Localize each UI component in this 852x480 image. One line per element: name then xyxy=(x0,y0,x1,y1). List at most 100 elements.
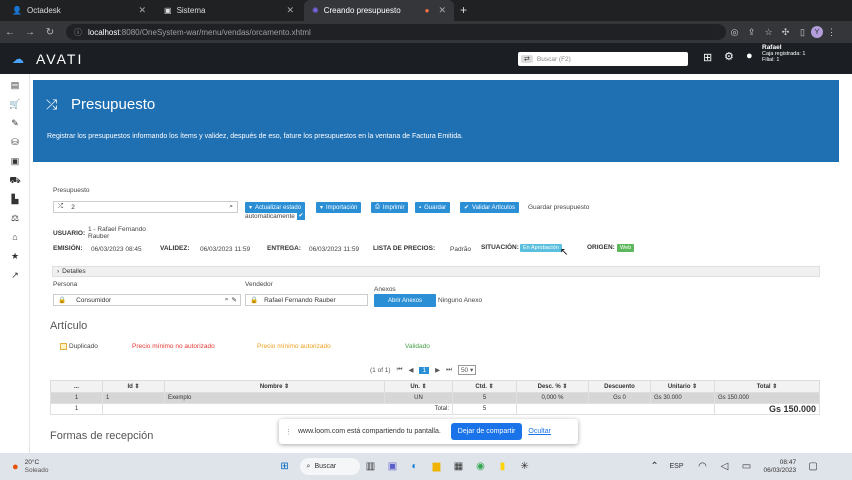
col-dots: ... xyxy=(50,380,103,393)
grid-icon[interactable]: ⊞ xyxy=(703,51,712,64)
detalles-toggle[interactable]: › Detalles xyxy=(52,266,820,277)
search-input[interactable]: ⇄ Buscar (F2) xyxy=(518,52,688,66)
factory-icon[interactable]: ▙ xyxy=(0,194,30,205)
col-total[interactable]: Total ⇕ xyxy=(714,380,820,393)
next-page-icon[interactable]: ▶ xyxy=(435,366,440,374)
importacion-button[interactable]: ▾ Importación xyxy=(316,202,362,213)
table-footer: 1 Total: 5 Gs 150.000 xyxy=(50,403,820,415)
col-descuento[interactable]: Descuento xyxy=(588,380,651,393)
book-icon[interactable]: ▤ xyxy=(0,80,30,91)
prev-page-icon[interactable]: ◀ xyxy=(408,366,413,374)
col-id[interactable]: Id ⇕ xyxy=(102,380,165,393)
new-tab-icon[interactable]: + xyxy=(460,3,467,17)
close-icon[interactable]: ✕ xyxy=(438,5,446,16)
volume-icon[interactable]: ◁ xyxy=(714,461,736,472)
address-bar: ← → ↻ ⓘ localhost:8080/OneSystem-war/men… xyxy=(0,21,852,43)
coins-icon[interactable]: ⛁ xyxy=(0,137,30,148)
store-icon[interactable]: ▦ xyxy=(448,461,470,472)
presupuesto-input[interactable]: ⤮ 2 ⌕ xyxy=(53,201,238,213)
col-un[interactable]: Un. ⇕ xyxy=(384,380,453,393)
imprimir-button[interactable]: ⎙ Imprimir xyxy=(371,202,409,213)
chrome-icon[interactable]: ◉ xyxy=(470,461,492,472)
search-icon[interactable]: ⌕ xyxy=(229,203,233,211)
folder-icon[interactable]: ▆ xyxy=(426,461,448,472)
page-size-select[interactable]: 50 ▾ xyxy=(457,365,477,375)
chart-icon[interactable]: ↗ xyxy=(0,270,30,281)
page-title: Presupuesto xyxy=(71,96,156,113)
validar-articulos-button[interactable]: ✔ Validar Artículos xyxy=(460,202,519,213)
cart-icon[interactable]: 🛒 xyxy=(0,99,30,110)
refresh-icon[interactable]: ⇄ xyxy=(521,55,533,63)
wrench-icon[interactable]: ✎ xyxy=(0,118,30,129)
guardar-auto-label: Guardar presupuesto xyxy=(528,204,590,211)
page-1[interactable]: 1 xyxy=(419,366,430,374)
drag-handle-icon[interactable]: ⋮ xyxy=(285,428,292,436)
money-icon[interactable]: ▣ xyxy=(0,156,30,167)
cloud-icon: ☁ xyxy=(12,51,26,66)
tab-sistema[interactable]: ▣ Sistema ✕ xyxy=(156,0,302,21)
logo[interactable]: ☁ AVATI xyxy=(12,51,83,67)
presupuesto-label: Presupuesto xyxy=(53,187,90,194)
truck-icon[interactable]: ⛟ xyxy=(0,175,30,187)
chevron-up-icon[interactable]: ⌃ xyxy=(644,461,666,472)
extension-icon[interactable]: ✣ xyxy=(777,27,794,38)
gear-icon[interactable]: ⚙ xyxy=(724,50,734,63)
lista-precios-label: LISTA DE PRECIOS: xyxy=(373,245,436,252)
edge-icon[interactable]: ◐ xyxy=(404,461,426,472)
persona-input[interactable]: 🔒 Consumidor ⌕ ✎ xyxy=(53,294,241,306)
profile-avatar[interactable]: Y xyxy=(811,26,823,38)
table-row[interactable]: 1 1 Exemplo UN 5 0,000 % Gs 0 Gs 30.000 … xyxy=(50,392,820,404)
ninguno-anexo-text: Ninguno Anexo xyxy=(438,297,483,304)
star-icon[interactable]: ★ xyxy=(0,251,30,262)
bank-icon[interactable]: ⌂ xyxy=(0,232,30,242)
tab-octadesk[interactable]: 👤 Octadesk ✕ xyxy=(4,0,154,21)
shuffle-icon: ⤮ xyxy=(58,203,64,210)
close-icon[interactable]: ✕ xyxy=(138,5,146,16)
vendedor-input[interactable]: 🔒 Rafael Fernando Rauber xyxy=(245,294,368,306)
search-icon[interactable]: ⌕ xyxy=(225,296,229,304)
scale-icon[interactable]: ⚖ xyxy=(0,213,30,224)
user-icon[interactable]: ● xyxy=(746,50,753,62)
col-nombre[interactable]: Nombre ⇕ xyxy=(164,380,385,393)
windows-start-icon[interactable]: ⊞ xyxy=(274,461,296,472)
battery-icon[interactable]: ▭ xyxy=(736,461,758,472)
col-desc[interactable]: Desc. % ⇕ xyxy=(516,380,589,393)
col-unitario[interactable]: Unitario ⇕ xyxy=(650,380,715,393)
back-icon[interactable]: ← xyxy=(0,27,20,38)
reload-icon[interactable]: ↻ xyxy=(40,27,60,38)
close-icon[interactable]: ✕ xyxy=(286,5,294,16)
save-icon: ▪ xyxy=(419,204,422,211)
articulo-title: Artículo xyxy=(50,320,88,332)
usuario-label: USUARIO: xyxy=(53,230,86,237)
star-icon[interactable]: ☆ xyxy=(760,27,777,38)
stop-sharing-button[interactable]: Dejar de compartir xyxy=(450,423,523,440)
forward-icon[interactable]: → xyxy=(20,27,40,38)
guardar-auto-checkbox[interactable]: ✔ xyxy=(297,212,305,220)
url-field[interactable]: ⓘ localhost:8080/OneSystem-war/menu/vend… xyxy=(66,24,726,40)
legend-duplicado: Duplicado xyxy=(69,343,98,350)
first-page-icon[interactable]: ⏮ xyxy=(397,366,403,374)
share-icon[interactable]: ⇪ xyxy=(743,27,760,38)
sticky-notes-icon[interactable]: ▮ xyxy=(492,461,514,472)
formas-recepcion-title: Formas de recepción xyxy=(50,430,154,442)
recording-icon: ● xyxy=(424,6,430,15)
task-view-icon[interactable]: ▥ xyxy=(360,461,382,472)
hide-link[interactable]: Ocultar xyxy=(528,428,551,435)
guardar-button[interactable]: ▪ Guardar xyxy=(415,202,451,213)
abrir-anexos-button[interactable]: Abrir Anexos xyxy=(374,294,436,307)
last-page-icon[interactable]: ⏭ xyxy=(446,366,452,374)
page-icon: ▣ xyxy=(164,6,172,15)
chat-icon[interactable]: ▣ xyxy=(382,461,404,472)
edit-icon[interactable]: ✎ xyxy=(232,296,237,304)
lens-icon[interactable]: ◎ xyxy=(726,27,743,38)
tab-creando-presupuesto[interactable]: ✺ Creando presupuesto ● ✕ xyxy=(304,0,454,21)
col-ctd[interactable]: Ctd. ⇕ xyxy=(452,380,517,393)
taskbar-search[interactable]: ⌕ Buscar xyxy=(299,458,360,475)
taskbar: ● 20°C Soleado ⊞ ⌕ Buscar ▥ ▣ ◐ ▆ ▦ ◉ ▮ ✳… xyxy=(0,453,852,480)
sidepanel-icon[interactable]: ▯ xyxy=(794,27,811,38)
notification-icon[interactable]: ▢ xyxy=(802,461,824,472)
wifi-icon[interactable]: ◠ xyxy=(692,461,714,472)
menu-icon[interactable]: ⋮ xyxy=(823,27,840,38)
slack-icon[interactable]: ✳ xyxy=(514,461,536,472)
anexos-label: Anexos xyxy=(374,286,396,293)
